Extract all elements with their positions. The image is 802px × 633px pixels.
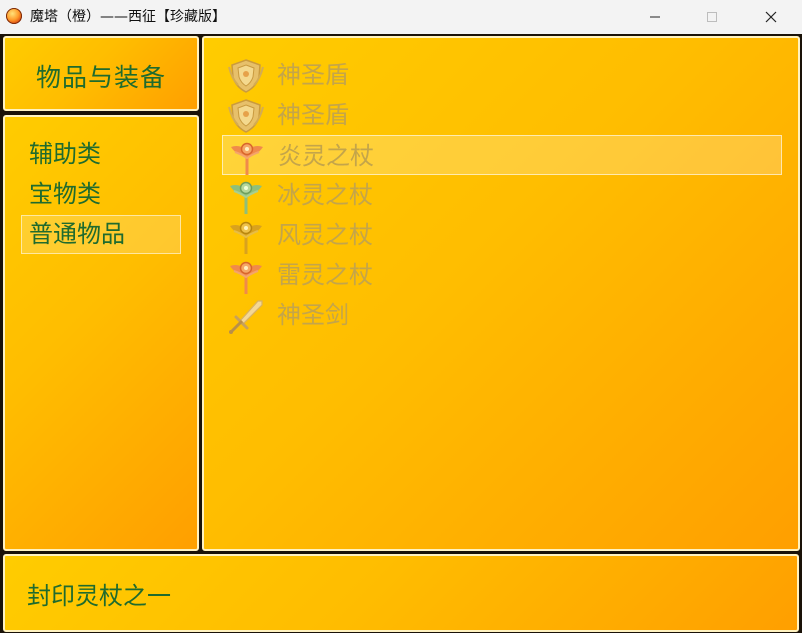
item-ice-staff[interactable]: 冰灵之杖	[222, 175, 782, 215]
wind-staff-icon	[230, 221, 262, 254]
item-label: 冰灵之杖	[277, 181, 373, 209]
item-label: 雷灵之杖	[277, 261, 373, 289]
maximize-icon	[707, 12, 717, 22]
ice-staff-icon	[230, 181, 262, 214]
sword-icon	[229, 300, 263, 334]
item-wind-staff[interactable]: 风灵之杖	[222, 215, 782, 255]
game-window: 物品与装备 辅助类 宝物类 普通物品 神圣盾 神圣盾 炎灵之杖 冰灵之杖 风灵之…	[0, 34, 802, 633]
panel-heading: 物品与装备	[35, 63, 166, 92]
item-thunder-staff[interactable]: 雷灵之杖	[222, 255, 782, 295]
item-label: 神圣剑	[277, 301, 349, 329]
thunder-staff-icon	[230, 261, 262, 294]
maximize-button[interactable]	[689, 0, 735, 34]
item-holy-shield-2[interactable]: 神圣盾	[222, 95, 782, 135]
category-treasure[interactable]: 宝物类	[21, 175, 181, 214]
shield-icon	[228, 99, 264, 133]
item-label: 神圣盾	[277, 61, 349, 89]
category-normal-items[interactable]: 普通物品	[21, 215, 181, 254]
close-icon	[765, 11, 777, 23]
item-holy-shield-1[interactable]: 神圣盾	[222, 55, 782, 95]
close-button[interactable]	[748, 0, 794, 34]
description-panel: 封印灵杖之一	[3, 554, 799, 632]
item-list-panel: 神圣盾 神圣盾 炎灵之杖 冰灵之杖 风灵之杖 雷灵之杖 神圣剑	[202, 36, 800, 551]
item-label: 炎灵之杖	[278, 142, 374, 170]
item-fire-staff[interactable]: 炎灵之杖	[222, 135, 782, 175]
minimize-button[interactable]	[632, 0, 678, 34]
window-title: 魔塔（橙）——西征【珍藏版】	[30, 9, 226, 25]
shield-icon	[228, 59, 264, 93]
minimize-icon	[650, 16, 660, 18]
item-holy-sword[interactable]: 神圣剑	[222, 295, 782, 335]
title-panel: 物品与装备	[3, 36, 199, 111]
fire-staff-icon	[231, 142, 263, 175]
item-label: 风灵之杖	[277, 221, 373, 249]
title-bar[interactable]: 魔塔（橙）——西征【珍藏版】	[0, 0, 802, 34]
category-panel: 辅助类 宝物类 普通物品	[3, 115, 199, 551]
item-label: 神圣盾	[277, 101, 349, 129]
item-description: 封印灵杖之一	[27, 582, 171, 610]
category-auxiliary[interactable]: 辅助类	[21, 135, 181, 174]
app-icon	[6, 8, 22, 24]
